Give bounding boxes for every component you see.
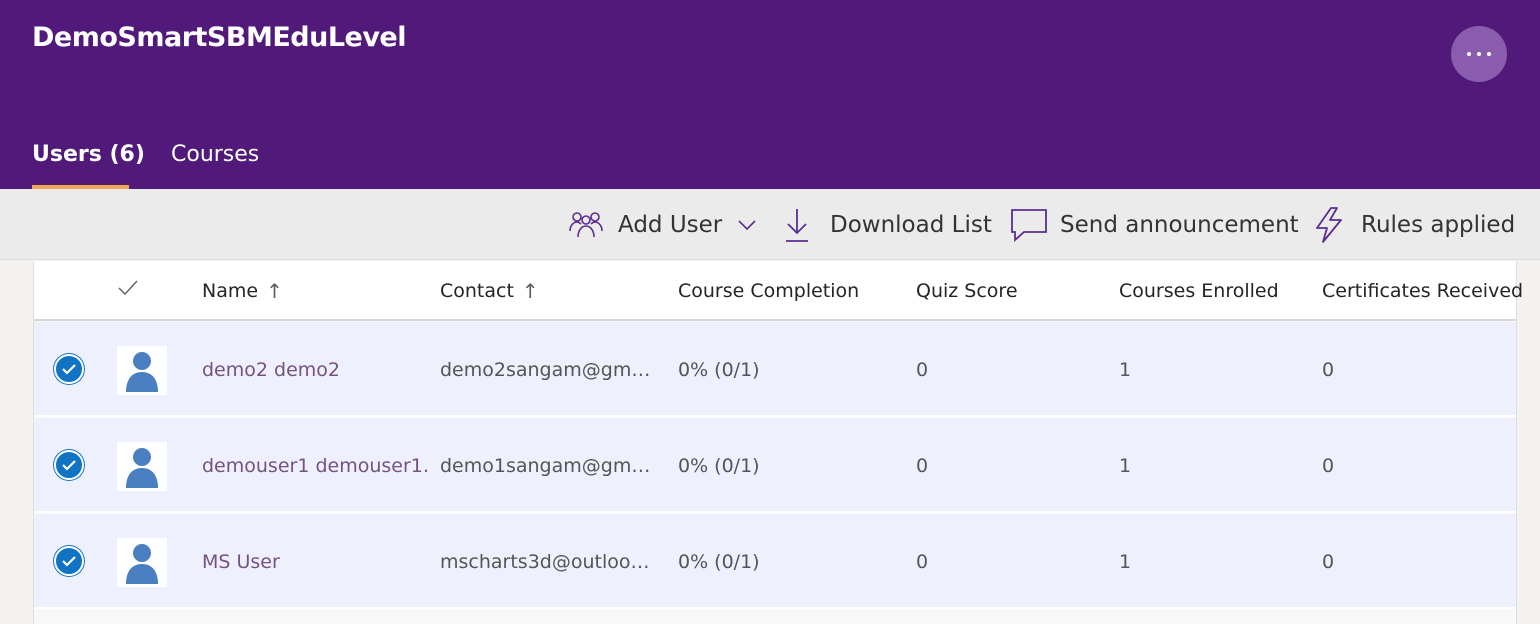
courses-enrolled: 1 [1119, 454, 1132, 477]
checkmark-icon [62, 460, 76, 471]
avatar-icon [126, 448, 158, 488]
app-title: DemoSmartSBMEduLevel [32, 22, 407, 53]
avatar [117, 538, 167, 587]
user-contact: demo1sangam@gm… [440, 454, 651, 477]
courses-enrolled: 1 [1119, 550, 1132, 573]
grid-bottom-spacer [34, 609, 1516, 624]
chevron-down-icon[interactable] [738, 219, 756, 231]
checkmark-icon[interactable] [117, 279, 139, 297]
user-name-link[interactable]: demo2 demo2 [202, 322, 428, 417]
column-header-quiz-score[interactable]: Quiz Score [916, 261, 1018, 321]
grid-header: Name ↑ Contact ↑ Course Completion Quiz … [34, 261, 1523, 321]
tab-courses[interactable]: Courses [171, 142, 259, 167]
quiz-score: 0 [916, 358, 929, 381]
row-select-checkbox[interactable] [54, 354, 84, 384]
download-list-label: Download List [830, 211, 992, 238]
quiz-score: 0 [916, 550, 929, 573]
user-contact: mscharts3d@outloo… [440, 550, 650, 573]
table-row[interactable]: demouser1 demouser1… demo1sangam@gm… 0% … [34, 418, 1516, 513]
course-completion: 0% (0/1) [678, 550, 760, 573]
more-options-button[interactable] [1451, 26, 1507, 82]
avatar [117, 346, 167, 395]
avatar-icon [126, 544, 158, 584]
app-header: DemoSmartSBMEduLevel Users (6) Courses [0, 0, 1540, 189]
column-header-name[interactable]: Name ↑ [202, 261, 283, 321]
course-completion: 0% (0/1) [678, 358, 760, 381]
download-icon [786, 208, 808, 242]
course-completion: 0% (0/1) [678, 454, 760, 477]
more-icon-dot [1487, 52, 1491, 56]
add-user-button[interactable]: Add User [568, 189, 756, 260]
quiz-score: 0 [916, 454, 929, 477]
send-announcement-button[interactable]: Send announcement [1010, 189, 1299, 260]
certificates-received: 0 [1322, 358, 1335, 381]
sort-arrow-icon: ↑ [266, 279, 283, 303]
column-header-course-completion[interactable]: Course Completion [678, 261, 859, 321]
rules-icon [1316, 206, 1342, 243]
table-row[interactable]: demo2 demo2 demo2sangam@gm… 0% (0/1) 0 1… [34, 322, 1516, 417]
column-name-label: Name [202, 280, 259, 302]
avatar [117, 442, 167, 491]
sort-arrow-icon: ↑ [521, 279, 539, 303]
checkmark-icon [62, 364, 76, 375]
certificates-received: 0 [1322, 454, 1335, 477]
row-select-checkbox[interactable] [54, 450, 84, 480]
checkmark-icon [62, 556, 76, 567]
rules-applied-button[interactable]: Rules applied [1313, 189, 1515, 260]
column-contact-label: Contact [440, 280, 514, 302]
users-grid: Name ↑ Contact ↑ Course Completion Quiz … [33, 261, 1523, 624]
row-select-checkbox[interactable] [54, 546, 84, 576]
column-header-contact[interactable]: Contact ↑ [440, 261, 539, 321]
add-user-label: Add User [618, 211, 723, 238]
download-list-button[interactable]: Download List [784, 189, 992, 260]
send-announcement-label: Send announcement [1060, 211, 1299, 238]
certificates-received: 0 [1322, 550, 1335, 573]
avatar-icon [126, 352, 158, 392]
add-user-icon [569, 211, 603, 237]
user-contact: demo2sangam@gm… [440, 358, 651, 381]
courses-enrolled: 1 [1119, 358, 1132, 381]
announcement-icon [1011, 208, 1047, 242]
column-header-courses-enrolled[interactable]: Courses Enrolled [1119, 261, 1279, 321]
more-icon-dot [1477, 52, 1481, 56]
column-header-certificates-received[interactable]: Certificates Received [1322, 261, 1523, 321]
tab-users[interactable]: Users (6) [32, 142, 145, 167]
user-name-link[interactable]: MS User [202, 514, 428, 609]
command-bar: Add User Download List Send announcement… [0, 189, 1540, 260]
more-icon [1467, 52, 1471, 56]
user-name-link[interactable]: demouser1 demouser1… [202, 418, 428, 513]
table-row[interactable]: MS User mscharts3d@outloo… 0% (0/1) 0 1 … [34, 514, 1516, 609]
rules-applied-label: Rules applied [1361, 211, 1516, 238]
